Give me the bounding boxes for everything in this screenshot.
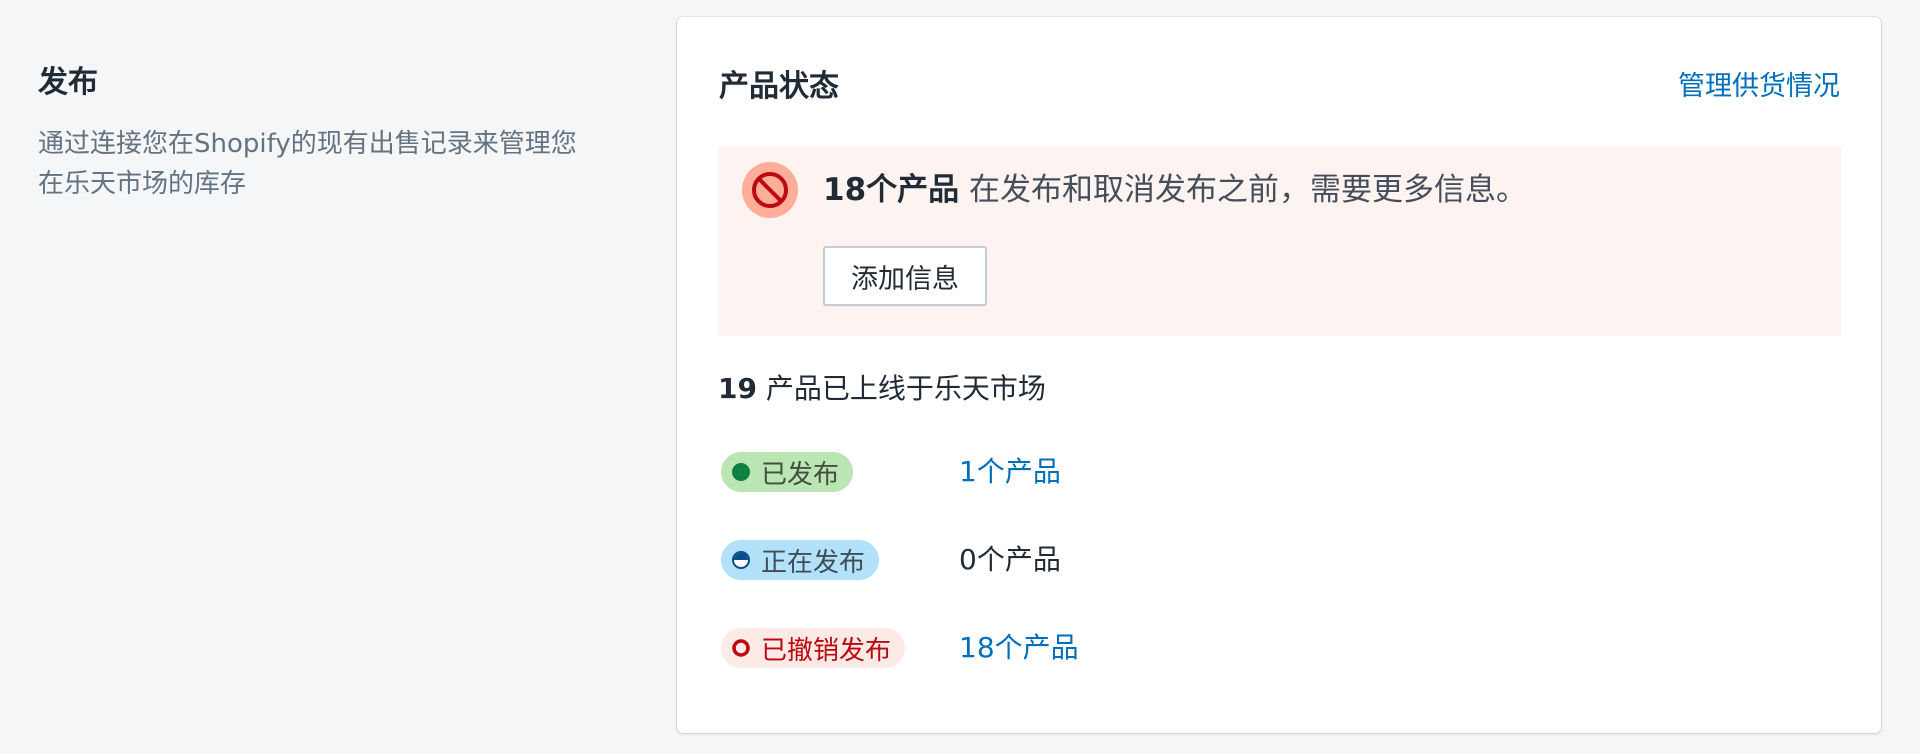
unpublished-dot-icon — [732, 639, 750, 657]
unpublished-badge: 已撤销发布 — [721, 628, 906, 668]
banner-message: 18个产品 在发布和取消发布之前，需要更多信息。 — [823, 168, 1527, 212]
published-dot-icon — [732, 463, 750, 481]
status-row-unpublished: 已撤销发布 18个产品 — [721, 628, 1079, 668]
unpublished-label: 已撤销发布 — [761, 635, 892, 666]
section-description: 通过连接您在Shopify的现有出售记录来管理您在乐天市场的库存 — [38, 129, 577, 199]
section-title: 发布 — [38, 65, 98, 100]
published-badge: 已发布 — [721, 452, 854, 492]
banner-product-count: 18个产品 — [823, 172, 960, 208]
publishing-dot-icon — [732, 551, 750, 569]
status-row-publishing: 正在发布 0个产品 — [721, 540, 1061, 580]
published-count-link[interactable]: 1个产品 — [959, 452, 1061, 492]
published-label: 已发布 — [761, 459, 840, 490]
live-summary-text: 产品已上线于乐天市场 — [756, 372, 1046, 405]
page: 发布 通过连接您在Shopify的现有出售记录来管理您在乐天市场的库存 产品状态… — [0, 0, 1920, 754]
publishing-count: 0个产品 — [959, 543, 1061, 576]
add-info-button[interactable]: 添加信息 — [823, 246, 987, 306]
annotation-section: 发布 通过连接您在Shopify的现有出售记录来管理您在乐天市场的库存 — [38, 62, 598, 204]
publishing-label: 正在发布 — [761, 547, 866, 578]
card-header: 产品状态 管理供货情况 — [719, 61, 1840, 105]
live-count: 19 — [718, 372, 757, 405]
banner-message-text: 在发布和取消发布之前，需要更多信息。 — [959, 172, 1527, 208]
live-summary: 19 产品已上线于乐天市场 — [718, 369, 1046, 409]
blocked-icon — [742, 162, 798, 218]
unpublished-count-link[interactable]: 18个产品 — [959, 628, 1079, 668]
critical-banner: 18个产品 在发布和取消发布之前，需要更多信息。 添加信息 — [718, 146, 1841, 336]
product-status-card: 产品状态 管理供货情况 18个产品 在发布和取消发布之前，需要更多信息。 添加信… — [677, 17, 1881, 733]
card-title: 产品状态 — [719, 69, 839, 104]
status-row-published: 已发布 1个产品 — [721, 452, 1061, 492]
publishing-badge: 正在发布 — [721, 540, 880, 580]
manage-availability-link[interactable]: 管理供货情况 — [1678, 64, 1840, 103]
